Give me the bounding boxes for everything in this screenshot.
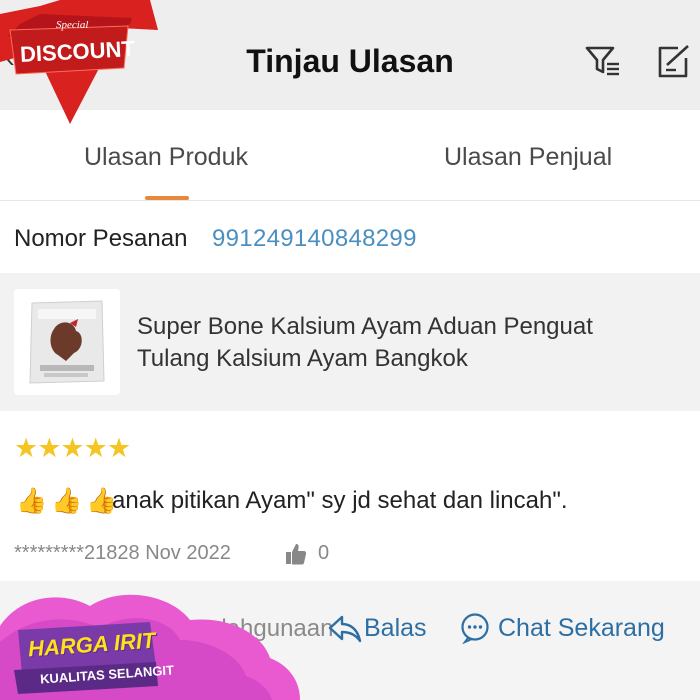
product-name-line-2: Tulang Kalsium Ayam Bangkok [137,345,468,372]
tab-ulasan-penjual[interactable]: Ulasan Penjual [444,140,612,174]
tab-ulasan-produk[interactable]: Ulasan Produk [84,140,248,174]
review-emoji: 👍 👍 👍 [16,485,121,517]
like-icon[interactable] [284,542,308,566]
like-count: 0 [318,542,330,564]
reply-button[interactable]: Balas [364,611,427,645]
thumbs-up-emoji: 👍 [51,487,83,515]
filter-icon[interactable] [582,40,624,82]
edit-icon[interactable] [652,40,694,82]
active-tab-indicator [145,196,189,200]
order-label: Nomor Pesanan [14,225,188,252]
product-name: Super Bone Kalsium Ayam Aduan Penguat Tu… [137,311,687,375]
order-row: Nomor Pesanan 991249140848299 [0,201,700,273]
order-number-link[interactable]: 991249140848299 [212,223,417,255]
chat-icon[interactable] [459,612,491,644]
chat-now-button[interactable]: Chat Sekarang [498,611,665,645]
review-text: anak pitikan Ayam" sy jd sehat dan linca… [112,487,568,514]
reply-icon[interactable] [326,611,364,645]
product-thumbnail [14,289,120,395]
star-rating: ★★★★★ [14,433,131,463]
product-name-line-1: Super Bone Kalsium Ayam Aduan Penguat [137,313,593,340]
review-meta: *********21828 Nov 2022 [14,542,231,564]
product-card[interactable]: Super Bone Kalsium Ayam Aduan Penguat Tu… [0,273,700,411]
thumbs-up-emoji: 👍 [16,487,48,515]
discount-special-label: Special [56,19,89,31]
review-card: ★★★★★ 👍 👍 👍 anak pitikan Ayam" sy jd sehat… [0,411,700,581]
